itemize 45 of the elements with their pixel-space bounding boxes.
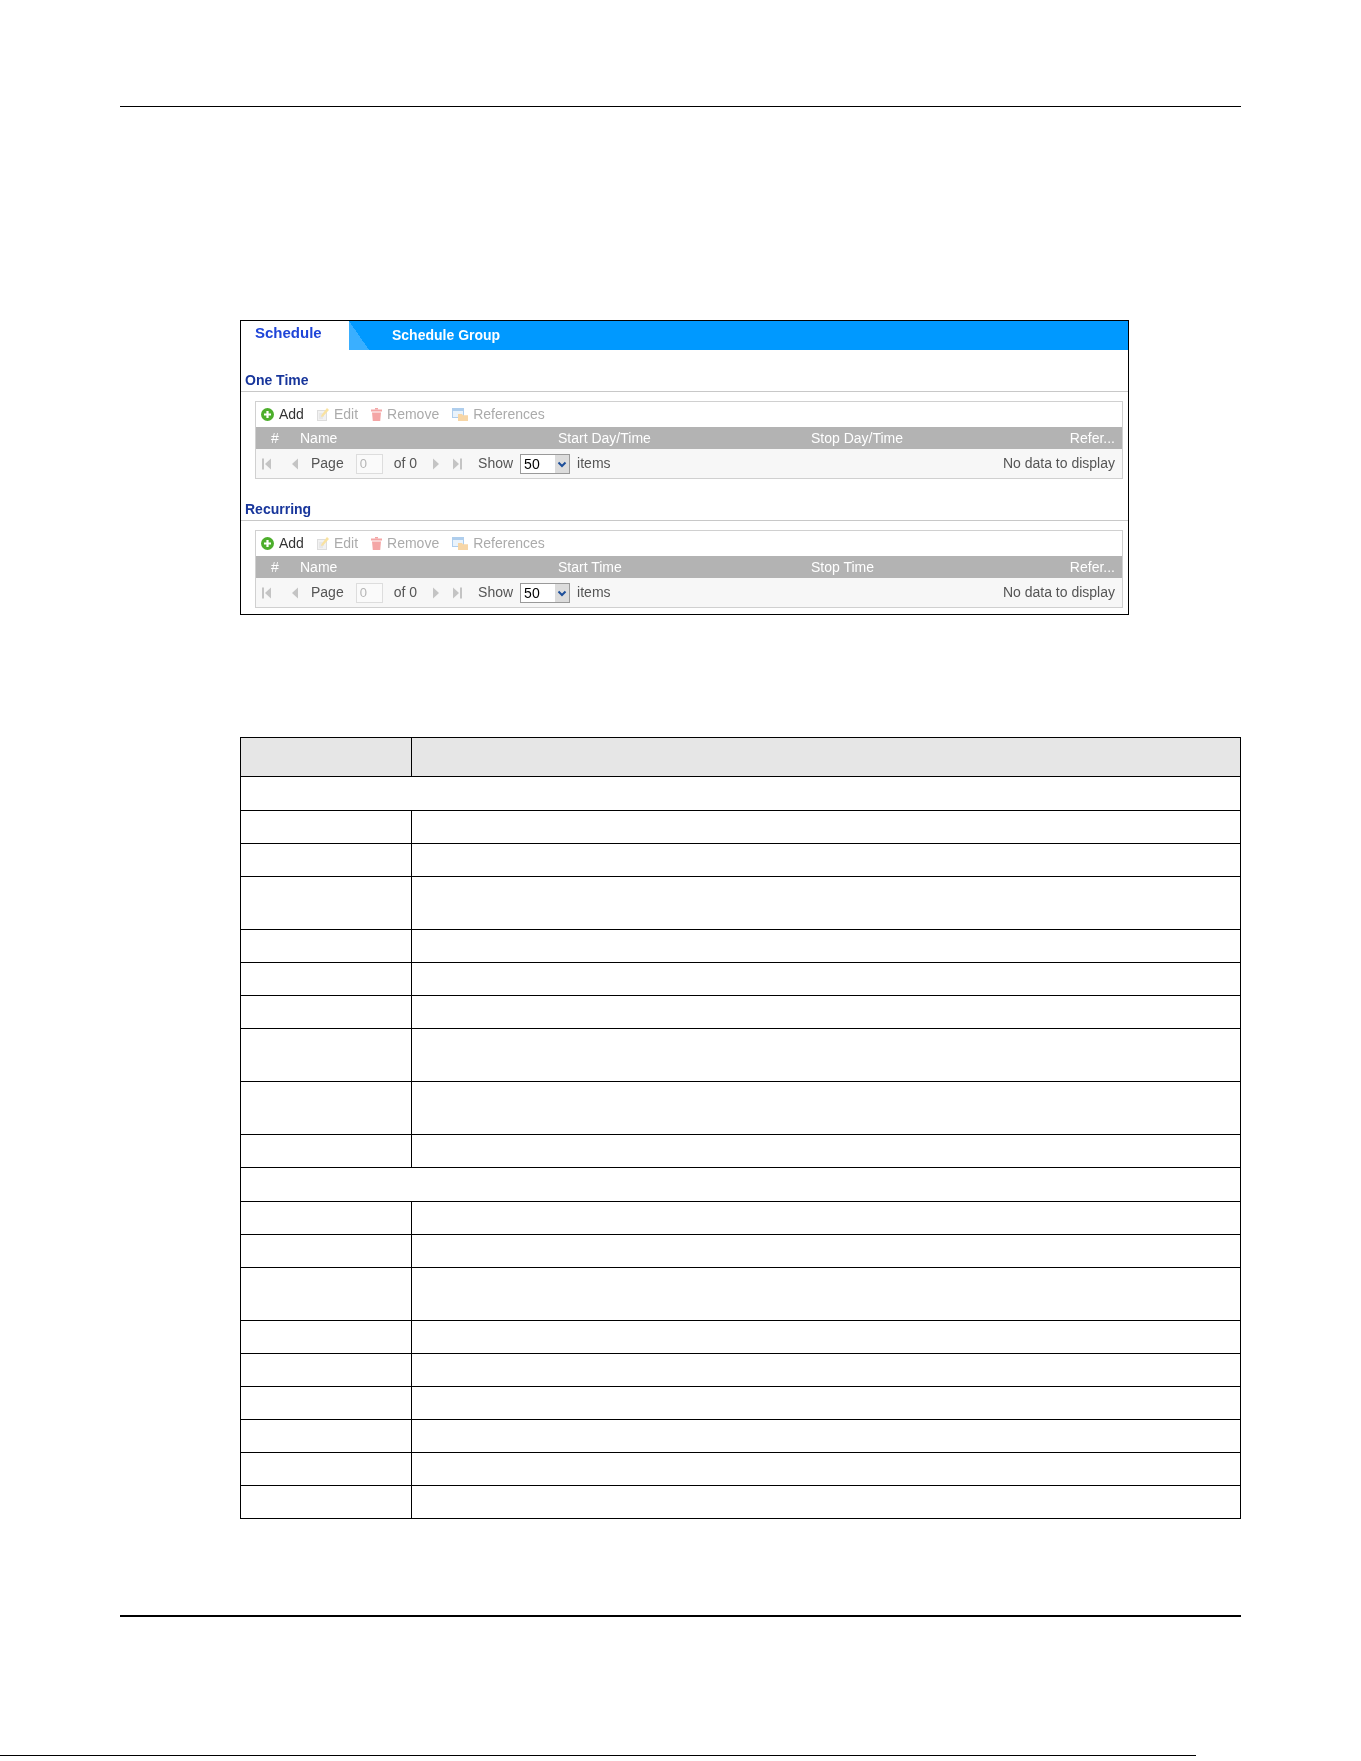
column-header[interactable]: Start Time <box>552 558 805 576</box>
last-page-icon <box>453 586 463 599</box>
empty-status: No data to display <box>1002 584 1115 601</box>
items-label: items <box>577 584 611 601</box>
trash-icon <box>371 408 383 421</box>
chevron-down-icon <box>555 454 570 473</box>
window-folder-icon <box>452 537 469 550</box>
note-pencil-icon <box>316 537 329 550</box>
column-header[interactable]: # <box>256 429 294 447</box>
tab[interactable]: Schedule <box>241 321 349 350</box>
last-page-icon <box>453 457 463 470</box>
column-header[interactable]: Name <box>294 558 552 576</box>
items-label: items <box>577 455 611 472</box>
chevron-down-icon <box>555 583 570 602</box>
column-header[interactable]: Stop Time <box>805 558 1070 576</box>
next-page-icon <box>433 457 440 470</box>
page-count: of 0 <box>393 584 418 601</box>
page-label: Page <box>311 584 344 601</box>
note-pencil-icon <box>316 408 329 421</box>
column-header[interactable]: Name <box>294 429 552 447</box>
plus-circle-icon <box>261 408 274 421</box>
previous-page-icon <box>292 457 298 470</box>
trash-icon <box>371 537 383 550</box>
show-select[interactable]: 50 <box>520 453 571 474</box>
first-page-icon <box>262 586 271 599</box>
show-select[interactable]: 50 <box>520 582 571 603</box>
next-page-icon <box>433 586 440 599</box>
column-header[interactable]: # <box>256 558 294 576</box>
page-label: Page <box>311 455 344 472</box>
column-header[interactable]: Refer... <box>1069 558 1115 576</box>
section-title: One Time <box>245 372 309 389</box>
column-header[interactable]: Start Day/Time <box>552 429 805 447</box>
window-folder-icon <box>452 408 469 421</box>
column-header[interactable]: Stop Day/Time <box>805 429 1070 447</box>
plus-circle-icon <box>261 537 274 550</box>
show-label: Show <box>478 584 514 601</box>
add-button[interactable]: Add <box>261 535 304 552</box>
previous-page-icon <box>292 586 298 599</box>
first-page-icon <box>262 457 271 470</box>
empty-status: No data to display <box>1002 455 1115 472</box>
column-header[interactable]: Refer... <box>1069 429 1115 447</box>
add-button[interactable]: Add <box>261 406 304 423</box>
page-count: of 0 <box>393 455 418 472</box>
section-title: Recurring <box>245 501 312 518</box>
show-label: Show <box>478 455 514 472</box>
